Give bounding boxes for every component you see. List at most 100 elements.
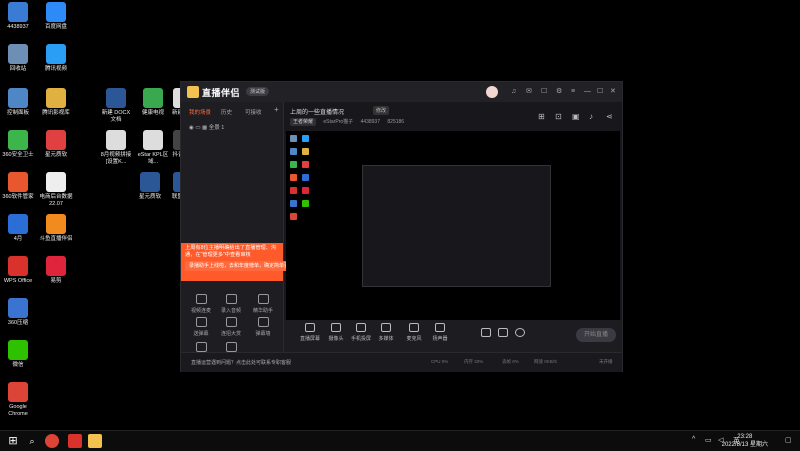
minimize-icon[interactable]: —	[584, 88, 591, 96]
desktop-icon[interactable]: 腾讯视频	[36, 44, 76, 73]
headset-icon[interactable]: ♫	[511, 88, 516, 96]
tool-button[interactable]: 送弹幕	[185, 317, 217, 337]
desktop-icon-label: 360安全卫士	[2, 152, 34, 158]
desktop-icon[interactable]: WPS Office	[0, 256, 38, 285]
control-bar: 直播屏幕 摄像头 手机投屏 多媒体 麦克风 扬声器 开始直播	[284, 320, 622, 352]
desktop-icon[interactable]: 微信	[0, 340, 38, 369]
mail-icon[interactable]: ✉	[526, 88, 532, 96]
desktop-icon-glyph	[46, 44, 66, 64]
close-icon[interactable]: ✕	[610, 88, 616, 96]
desktop-icon[interactable]: 斗鱼直播伴侣	[36, 214, 76, 243]
control-button[interactable]: 摄像头	[322, 323, 350, 342]
bell-icon[interactable]: ♪	[589, 112, 593, 121]
chevron-up-icon[interactable]: ^	[692, 436, 695, 443]
maximize-icon[interactable]: ☐	[597, 88, 603, 96]
desktop-icon[interactable]: 360软件管家	[0, 172, 38, 201]
desktop-icon[interactable]: 控制面板	[0, 88, 38, 117]
live-state: 未开播	[599, 359, 613, 364]
desktop-icon[interactable]: 电商后台数据 22.07	[36, 172, 76, 208]
live-companion-taskbar-icon[interactable]	[88, 434, 102, 448]
desktop-icon[interactable]: 8月视频拼接 [设置K...	[96, 130, 136, 166]
preview-canvas[interactable]	[286, 131, 620, 320]
preview-desktop-icon	[290, 187, 297, 194]
live-companion-window: 直播伴侣 测试版 ♫ ✉ ☐ ⚙ ≡ — ☐ ✕ 我的场景 历史 可接收 + ◉…	[180, 81, 623, 372]
desktop-icon-glyph	[8, 88, 28, 108]
tool-button[interactable]: 录入音频	[215, 294, 247, 314]
control-icon	[356, 323, 366, 332]
tool-label: 送弹幕	[193, 331, 209, 337]
wps-taskbar-icon[interactable]	[68, 434, 82, 448]
tool-button[interactable]: 视频连麦	[185, 294, 217, 314]
share-icon[interactable]: ⋖	[606, 112, 613, 121]
frame-drop-status: 丢帧 0%	[502, 359, 519, 364]
start-live-button[interactable]: 开始直播	[576, 328, 616, 342]
desktop-icon-label: 百度网盘	[44, 24, 67, 30]
tab-receivable[interactable]: 可接收	[245, 108, 262, 116]
desktop-icon[interactable]: 360压缩	[0, 298, 38, 327]
desktop-icon[interactable]: Google Chrome	[0, 382, 38, 418]
version-badge[interactable]: 测试版	[246, 87, 270, 96]
control-button[interactable]: 手机投屏	[347, 323, 375, 342]
desktop-icon-glyph	[46, 172, 66, 192]
desktop-icon[interactable]: 易剪	[36, 256, 76, 285]
menu-icon[interactable]: ≡	[571, 88, 575, 96]
preview-desktop-icon	[302, 187, 309, 194]
control-button[interactable]: 扬声器	[426, 323, 454, 342]
chrome-taskbar-icon[interactable]	[45, 434, 59, 448]
control-button[interactable]: 麦克风	[400, 323, 428, 342]
desktop-icon-glyph	[8, 172, 28, 192]
tool-icon	[195, 342, 207, 352]
desktop-icon-label: 腾讯视频	[44, 66, 67, 72]
desktop-icon[interactable]: 360安全卫士	[0, 130, 38, 159]
taskbar: ⊞ ⌕ ^ ▭ ◁ 英 23:28 2022/8/13 星期六 ▢	[0, 430, 800, 451]
tab-history[interactable]: 历史	[221, 108, 232, 116]
avatar[interactable]	[486, 86, 498, 98]
gear-icon[interactable]	[506, 328, 534, 340]
tool-button[interactable]: 精华助手	[247, 294, 279, 314]
desktop-icon-glyph	[140, 172, 160, 192]
desktop-icon[interactable]: 腾讯影视库	[36, 88, 76, 117]
desktop-icon[interactable]: 星元质软	[36, 130, 76, 159]
gift-box-icon[interactable]: ⊞	[538, 112, 545, 121]
tool-button[interactable]: 弹幕墙	[247, 317, 279, 337]
control-label: 扬声器	[432, 336, 448, 342]
message-icon[interactable]: ☐	[541, 88, 547, 96]
app-title: 直播伴侣	[202, 88, 241, 98]
edit-title-button[interactable]: 修改	[373, 106, 390, 115]
settings-icon[interactable]: ⚙	[556, 88, 562, 96]
support-notice[interactable]: 直播运营遇到问题？点击此处可联系专职客服	[191, 359, 291, 366]
tab-my-scenes[interactable]: 我的场景	[189, 108, 211, 116]
search-icon[interactable]: ⌕	[25, 434, 39, 448]
image-icon[interactable]: ▣	[572, 112, 580, 121]
control-button[interactable]: 多媒体	[372, 323, 400, 342]
preview-desktop-icon	[290, 135, 297, 142]
control-button[interactable]: 直播屏幕	[296, 323, 324, 342]
control-icon	[381, 323, 391, 332]
control-icon	[435, 323, 445, 332]
desktop-icon-label: 易剪	[50, 278, 62, 284]
notification-icon[interactable]: ▢	[785, 436, 792, 444]
category-badge[interactable]: 王者荣耀	[290, 118, 317, 126]
main-area: 上周的一些直播情况 修改 王者荣耀 eStarPro猫子 4438937 825…	[284, 102, 622, 352]
preview-desktop-icon	[290, 161, 297, 168]
desktop-icon[interactable]: 新建 DOCX 文档	[96, 88, 136, 124]
tool-button[interactable]: 连招大赏	[215, 317, 247, 337]
desktop-icon-label: 微信	[12, 362, 24, 368]
desktop-icon[interactable]: 4月	[0, 214, 38, 243]
lock-icon[interactable]: ⊡	[555, 112, 562, 121]
desktop-icon-glyph	[46, 256, 66, 276]
desktop-icon[interactable]: 回收站	[0, 44, 38, 73]
desktop-icon-label: 回收站	[9, 66, 27, 72]
desktop-icon[interactable]: 百度网盘	[36, 2, 76, 31]
desktop-icon-label: 电商后台数据 22.07	[39, 194, 73, 207]
desktop-icon-label: Google Chrome	[8, 404, 28, 417]
start-button[interactable]: ⊞	[6, 434, 20, 448]
clock[interactable]: 23:28 2022/8/13 星期六	[722, 433, 768, 449]
scene-item[interactable]: ◉ ▭ ▦ 全景 1	[189, 123, 224, 131]
desktop-icon[interactable]: 4438937	[0, 2, 38, 31]
desktop-icon-glyph	[143, 88, 163, 108]
desktop-icon-glyph	[8, 256, 28, 276]
desktop-icon-glyph	[8, 382, 28, 402]
network-icon[interactable]: ▭	[705, 436, 712, 444]
add-scene-icon[interactable]: +	[274, 105, 279, 114]
